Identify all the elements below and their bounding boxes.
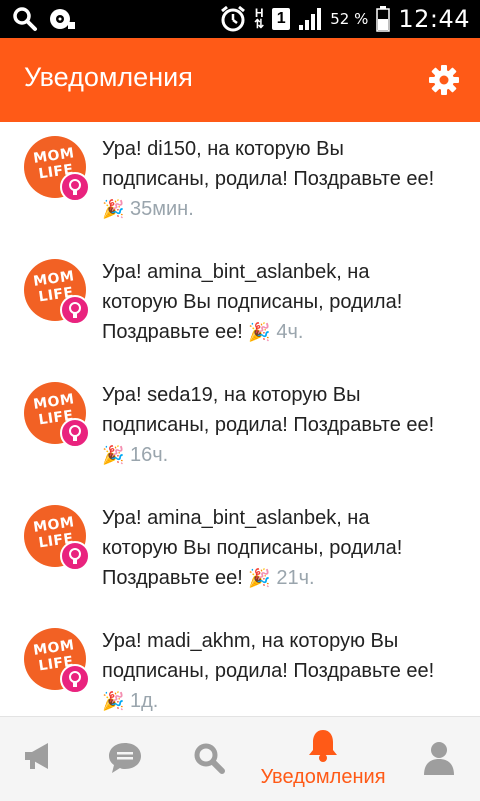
party-popper-icon: 🎉 bbox=[102, 199, 125, 219]
battery-icon bbox=[376, 6, 391, 32]
notification-item[interactable]: MOM LIFE Ура! amina_bint_aslanbek, на кот… bbox=[0, 491, 480, 614]
notification-item[interactable]: MOM LIFE Ура! amina_bint_aslanbek, на кот… bbox=[0, 245, 480, 368]
nav-feed-button[interactable] bbox=[0, 717, 70, 801]
baby-badge-icon bbox=[60, 418, 90, 448]
notification-item[interactable]: MOM LIFE Ура! di150, на которую Вы подпис… bbox=[0, 122, 480, 245]
nav-chat-button[interactable] bbox=[80, 717, 170, 801]
gear-icon bbox=[429, 65, 459, 95]
notification-time: 4ч. bbox=[276, 321, 304, 343]
page-title: Уведомления bbox=[24, 62, 193, 92]
sim-slot-badge: 1 bbox=[272, 8, 291, 30]
user-icon bbox=[424, 742, 454, 775]
battery-percent: 52 % bbox=[330, 10, 369, 28]
nav-notifications-label: Уведомления bbox=[260, 766, 386, 788]
baby-badge-icon bbox=[60, 664, 90, 694]
notification-time: 21ч. bbox=[276, 567, 315, 589]
search-status-icon bbox=[13, 7, 37, 31]
chat-bubble-icon bbox=[109, 743, 141, 773]
notification-message: Ура! di150, на которую Вы подписаны, род… bbox=[102, 138, 435, 190]
data-arrows-icon: ⇅ bbox=[254, 17, 265, 31]
signal-icon bbox=[299, 8, 322, 30]
alarm-icon bbox=[221, 5, 246, 32]
party-popper-icon: 🎉 bbox=[102, 445, 125, 465]
baby-badge-icon bbox=[60, 541, 90, 571]
nav-search-button[interactable] bbox=[170, 717, 250, 801]
nav-profile-button[interactable] bbox=[400, 717, 480, 801]
notification-time: 1д. bbox=[129, 690, 159, 712]
search-icon bbox=[194, 743, 225, 774]
notification-text: Ура! di150, на которую Вы подписаны, род… bbox=[102, 134, 442, 224]
party-popper-icon: 🎉 bbox=[248, 568, 271, 588]
notification-time: 16ч. bbox=[129, 444, 169, 466]
notification-item[interactable]: MOM LIFE Ура! madi_akhm, на которую Вы по… bbox=[0, 614, 480, 716]
party-popper-icon: 🎉 bbox=[102, 691, 125, 711]
megaphone-icon bbox=[25, 743, 48, 769]
notification-text: Ура! seda19, на которую Вы подписаны, ро… bbox=[102, 380, 442, 470]
notification-message: Ура! seda19, на которую Вы подписаны, ро… bbox=[102, 384, 435, 436]
baby-badge-icon bbox=[60, 295, 90, 325]
status-bar: H ⇅ 1 52 % 12:44 bbox=[0, 0, 480, 38]
baby-badge-icon bbox=[60, 172, 90, 202]
status-time: 12:44 bbox=[398, 5, 470, 33]
notification-text: Ура! amina_bint_aslanbek, на которую Вы … bbox=[102, 257, 442, 347]
bell-icon bbox=[309, 730, 337, 762]
notification-text: Ура! amina_bint_aslanbek, на которую Вы … bbox=[102, 503, 442, 593]
nav-notifications-button[interactable]: Уведомления bbox=[248, 717, 398, 801]
app-bar: Уведомления bbox=[0, 38, 480, 122]
network-type-indicator: H ⇅ bbox=[254, 7, 265, 31]
notification-text: Ура! madi_akhm, на которую Вы подписаны,… bbox=[102, 626, 442, 716]
notification-time: 35мин. bbox=[129, 198, 194, 220]
party-popper-icon: 🎉 bbox=[248, 322, 271, 342]
notification-message: Ура! madi_akhm, на которую Вы подписаны,… bbox=[102, 630, 435, 682]
notification-list[interactable]: MOM LIFE Ура! di150, на которую Вы подпис… bbox=[0, 122, 480, 716]
settings-button[interactable] bbox=[428, 64, 460, 96]
notification-item[interactable]: MOM LIFE Ура! seda19, на которую Вы подпи… bbox=[0, 368, 480, 491]
media-status-icon bbox=[50, 9, 75, 29]
bottom-navigation: Уведомления bbox=[0, 716, 480, 801]
